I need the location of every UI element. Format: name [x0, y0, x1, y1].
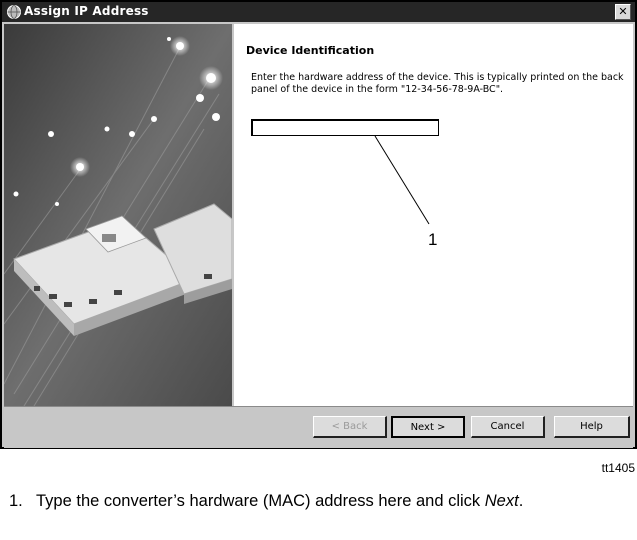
mac-address-input[interactable]	[251, 119, 439, 136]
callout-number: 1	[428, 230, 438, 249]
cancel-button[interactable]: Cancel	[471, 416, 545, 438]
figure-caption: 1. Type the converter’s hardware (MAC) ad…	[9, 490, 606, 512]
title-bar[interactable]: Assign IP Address ✕	[2, 2, 635, 22]
assign-ip-dialog: Assign IP Address ✕ Device Identificatio…	[0, 0, 637, 449]
caption-emphasis: Next	[484, 492, 519, 510]
page-heading: Device Identification	[246, 44, 375, 57]
caption-number: 1.	[9, 492, 23, 510]
help-button[interactable]: Help	[554, 416, 630, 438]
back-button[interactable]: < Back	[313, 416, 387, 438]
close-button[interactable]: ✕	[615, 4, 631, 20]
content-pane: Device Identification Enter the hardware…	[234, 24, 633, 406]
window-title: Assign IP Address	[24, 4, 149, 18]
next-button[interactable]: Next >	[391, 416, 465, 438]
wizard-side-image	[4, 24, 232, 406]
fiber-optic-devices-illustration	[4, 24, 232, 406]
network-globe-icon	[7, 5, 21, 19]
caption-text: Type the converter’s hardware (MAC) addr…	[36, 492, 485, 510]
figure-id: tt1405	[601, 461, 635, 475]
instructions-text: Enter the hardware address of the device…	[251, 72, 624, 95]
close-icon: ✕	[618, 5, 628, 18]
button-bar: < Back Next > Cancel Help	[4, 406, 633, 448]
caption-end: .	[518, 492, 524, 510]
